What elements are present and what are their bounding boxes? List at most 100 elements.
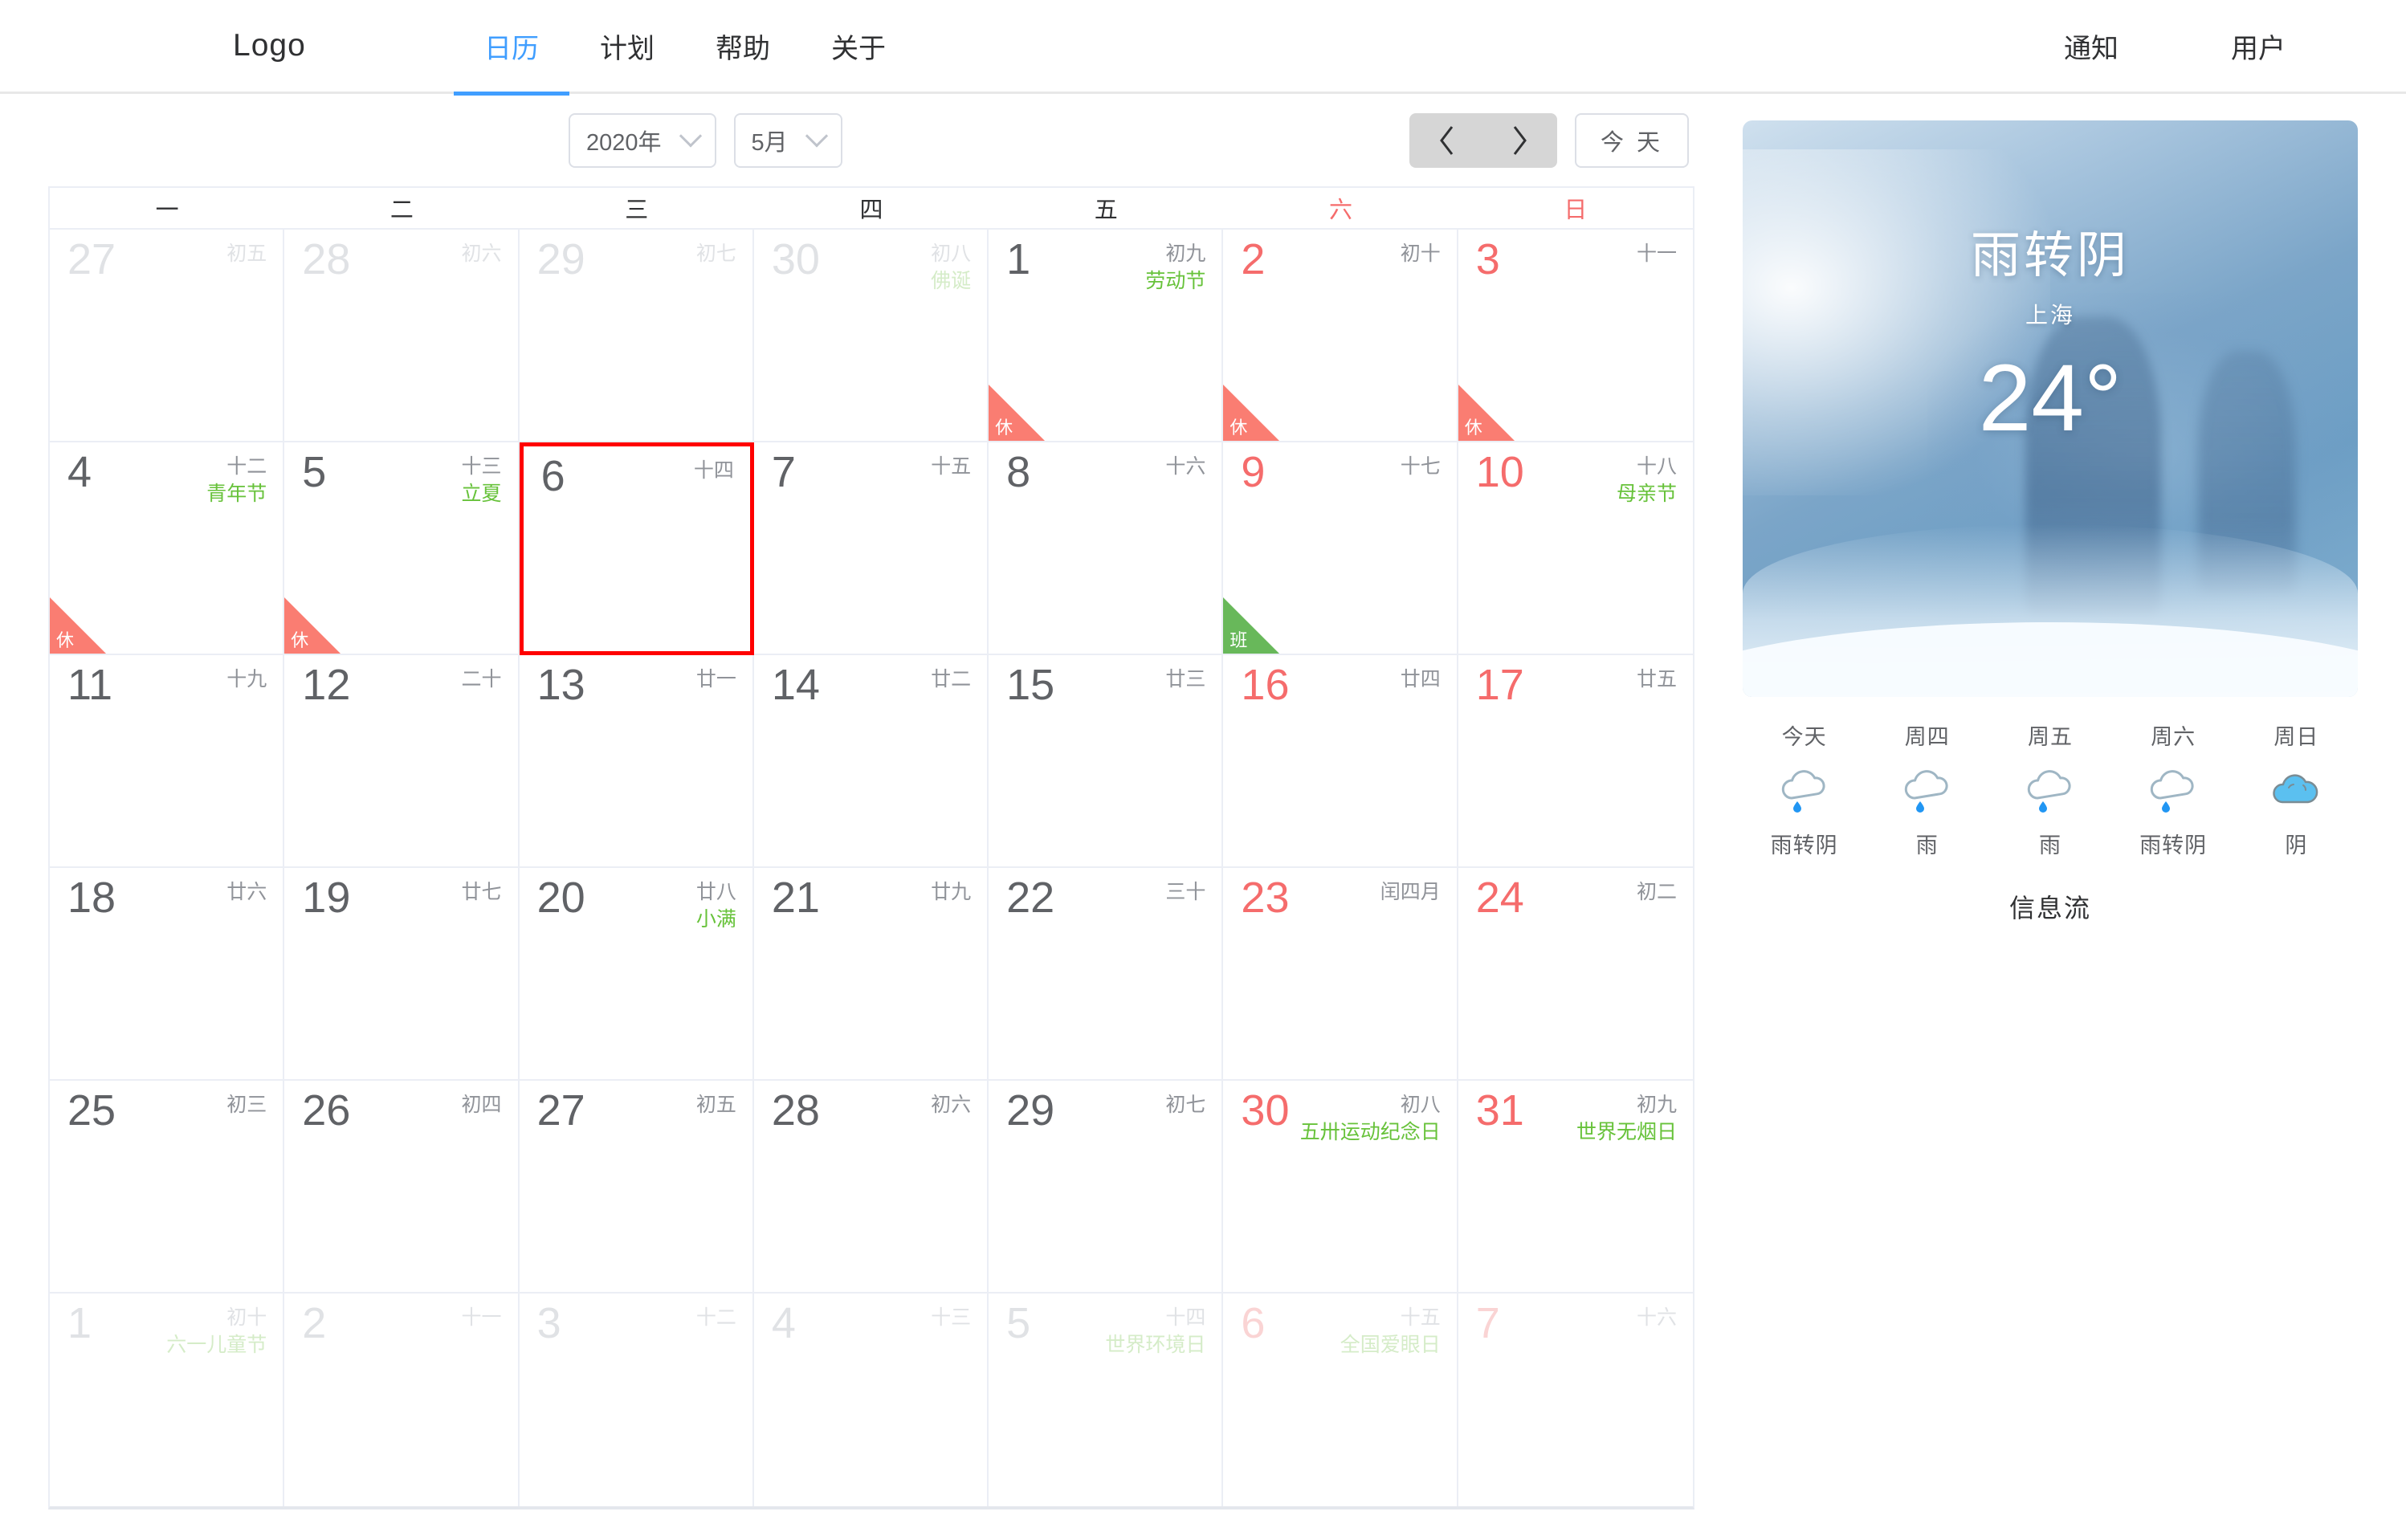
day-number: 12 bbox=[302, 661, 351, 709]
forecast-column-1[interactable]: 周四雨 bbox=[1866, 719, 1988, 859]
calendar-day-cell[interactable]: 29 初七 bbox=[989, 1081, 1224, 1294]
nav-item-label: 计划 bbox=[600, 33, 655, 64]
calendar-day-cell[interactable]: 12 二十 bbox=[284, 655, 520, 868]
notifications-link[interactable]: 通知 bbox=[2064, 26, 2119, 66]
rest-day-flag bbox=[284, 597, 341, 654]
calendar-day-cell[interactable]: 2 十一 bbox=[284, 1294, 520, 1506]
calendar-day-cell[interactable]: 28 初六 bbox=[284, 230, 520, 442]
calendar-day-cell[interactable]: 5 十四 世界环境日 bbox=[989, 1294, 1224, 1506]
user-link[interactable]: 用户 bbox=[2231, 26, 2286, 66]
calendar-day-cell[interactable]: 14 廿二 bbox=[753, 655, 989, 868]
calendar-day-cell[interactable]: 2 初十休 bbox=[1223, 230, 1458, 442]
nav-item-1[interactable]: 计划 bbox=[569, 0, 685, 93]
calendar-day-cell[interactable]: 22 三十 bbox=[989, 868, 1224, 1081]
calendar-day-cell[interactable]: 9 十七班 bbox=[1223, 442, 1458, 655]
weekday-header-0: 一 bbox=[155, 198, 179, 223]
calendar-day-cell[interactable]: 20 廿八 小满 bbox=[519, 868, 754, 1081]
calendar-weekday-header: 一二三四五六日 bbox=[50, 188, 1693, 230]
calendar-day-cell[interactable]: 3 十一休 bbox=[1458, 230, 1693, 442]
weather-card[interactable]: 雨转阴 上海 24° bbox=[1743, 120, 2358, 697]
month-select[interactable]: 5月 bbox=[733, 112, 842, 168]
day-event-label: 世界环境日 bbox=[1105, 1334, 1206, 1356]
calendar-day-cell[interactable]: 6 十四 bbox=[519, 442, 754, 655]
day-lunar-label: 初七 bbox=[1165, 1094, 1206, 1116]
calendar-day-cell[interactable]: 26 初四 bbox=[284, 1081, 520, 1294]
day-event-label: 劳动节 bbox=[1145, 270, 1206, 292]
calendar-days: 27 初五 28 初六 29 初七 30 初八 佛诞 1 初九 劳动节休 2 初十休 3 十一休 4 十二 青年节休… bbox=[50, 230, 1693, 1506]
day-lunar-label: 初六 bbox=[461, 242, 502, 265]
rest-day-flag bbox=[989, 385, 1046, 441]
app-logo[interactable]: Logo bbox=[233, 28, 306, 63]
calendar-day-cell[interactable]: 17 廿五 bbox=[1458, 655, 1693, 868]
calendar-day-cell[interactable]: 6 十五 全国爱眼日 bbox=[1223, 1294, 1458, 1506]
calendar-day-cell[interactable]: 13 廿一 bbox=[519, 655, 754, 868]
calendar-day-cell[interactable]: 16 廿四 bbox=[1223, 655, 1458, 868]
filled-cloud-icon bbox=[2273, 774, 2318, 804]
calendar-day-cell[interactable]: 7 十五 bbox=[753, 442, 989, 655]
calendar-day-cell[interactable]: 4 十二 青年节休 bbox=[50, 442, 285, 655]
day-number: 6 bbox=[540, 452, 565, 500]
today-button[interactable]: 今 天 bbox=[1574, 112, 1689, 168]
weather-condition: 雨转阴 bbox=[1970, 228, 2130, 283]
day-number: 30 bbox=[1241, 1086, 1290, 1135]
day-event-label: 六一儿童节 bbox=[166, 1334, 267, 1356]
day-lunar-label: 十五 bbox=[1400, 1306, 1441, 1329]
forecast-column-2[interactable]: 周五雨 bbox=[1988, 719, 2111, 859]
rain-cloud-icon bbox=[1781, 770, 1825, 813]
nav-item-0[interactable]: 日历 bbox=[454, 0, 569, 96]
day-number: 15 bbox=[1006, 661, 1055, 709]
calendar-day-cell[interactable]: 1 初九 劳动节休 bbox=[989, 230, 1224, 442]
header-right-actions: 通知 用户 bbox=[2064, 26, 2286, 66]
next-month-button[interactable] bbox=[1483, 113, 1557, 168]
nav-item-2[interactable]: 帮助 bbox=[685, 0, 801, 93]
calendar-day-cell[interactable]: 11 十九 bbox=[50, 655, 285, 868]
forecast-desc-label: 雨转阴 bbox=[1770, 833, 1838, 858]
calendar-day-cell[interactable]: 30 初八 五卅运动纪念日 bbox=[1223, 1081, 1458, 1294]
calendar-day-cell[interactable]: 27 初五 bbox=[50, 230, 285, 442]
calendar-day-cell[interactable]: 4 十三 bbox=[754, 1294, 989, 1506]
day-lunar-label: 初九 bbox=[1165, 242, 1206, 265]
calendar-day-cell[interactable]: 5 十三 立夏休 bbox=[284, 442, 520, 655]
day-lunar-label: 初七 bbox=[695, 242, 736, 265]
calendar-day-cell[interactable]: 27 初五 bbox=[519, 1081, 754, 1294]
weather-forecast: 今天 雨转阴 周四雨周五雨周六 雨转阴 周日阴 bbox=[1743, 719, 2358, 859]
calendar-day-cell[interactable]: 3 十二 bbox=[520, 1294, 754, 1506]
day-number: 7 bbox=[771, 448, 796, 496]
weekday-header-3: 四 bbox=[859, 198, 883, 223]
day-event-label: 佛诞 bbox=[931, 270, 972, 292]
calendar-day-cell[interactable]: 23 闰四月 bbox=[1223, 868, 1458, 1081]
day-number: 23 bbox=[1241, 874, 1290, 922]
day-number: 26 bbox=[302, 1086, 351, 1135]
calendar-day-cell[interactable]: 21 廿九 bbox=[753, 868, 989, 1081]
calendar-day-cell[interactable]: 28 初六 bbox=[753, 1081, 989, 1294]
forecast-column-0[interactable]: 今天 雨转阴 bbox=[1743, 719, 1866, 859]
forecast-column-4[interactable]: 周日阴 bbox=[2235, 719, 2358, 859]
calendar-day-cell[interactable]: 29 初七 bbox=[519, 230, 754, 442]
rest-day-flag bbox=[1223, 385, 1280, 441]
calendar-day-cell[interactable]: 1 初十 六一儿童节 bbox=[50, 1294, 285, 1506]
nav-item-3[interactable]: 关于 bbox=[801, 0, 916, 93]
calendar-day-cell[interactable]: 24 初二 bbox=[1458, 868, 1693, 1081]
calendar-day-cell[interactable]: 31 初九 世界无烟日 bbox=[1458, 1081, 1693, 1294]
day-number: 16 bbox=[1241, 661, 1290, 709]
day-lunar-label: 十四 bbox=[693, 459, 734, 482]
year-select[interactable]: 2020年 bbox=[569, 112, 716, 168]
day-lunar-label: 十五 bbox=[931, 455, 972, 478]
prev-month-button[interactable] bbox=[1409, 113, 1483, 168]
calendar-day-cell[interactable]: 8 十六 bbox=[989, 442, 1224, 655]
calendar-day-cell[interactable]: 19 廿七 bbox=[284, 868, 520, 1081]
calendar-day-cell[interactable]: 18 廿六 bbox=[50, 868, 285, 1081]
day-lunar-label: 初八 bbox=[1400, 1094, 1441, 1116]
calendar-day-cell[interactable]: 30 初八 佛诞 bbox=[753, 230, 989, 442]
calendar-day-cell[interactable]: 25 初三 bbox=[50, 1081, 285, 1294]
day-number: 7 bbox=[1475, 1299, 1500, 1347]
calendar-day-cell[interactable]: 10 十八 母亲节 bbox=[1458, 442, 1693, 655]
day-lunar-label: 初三 bbox=[226, 1094, 267, 1116]
forecast-column-3[interactable]: 周六 雨转阴 bbox=[2112, 719, 2235, 859]
day-lunar-label: 廿八 bbox=[695, 881, 736, 903]
calendar-day-cell[interactable]: 15 廿三 bbox=[989, 655, 1224, 868]
weekday-header-1: 二 bbox=[389, 198, 414, 223]
day-number: 22 bbox=[1006, 874, 1055, 922]
calendar-day-cell[interactable]: 7 十六 bbox=[1458, 1294, 1693, 1506]
day-number: 18 bbox=[67, 874, 116, 922]
